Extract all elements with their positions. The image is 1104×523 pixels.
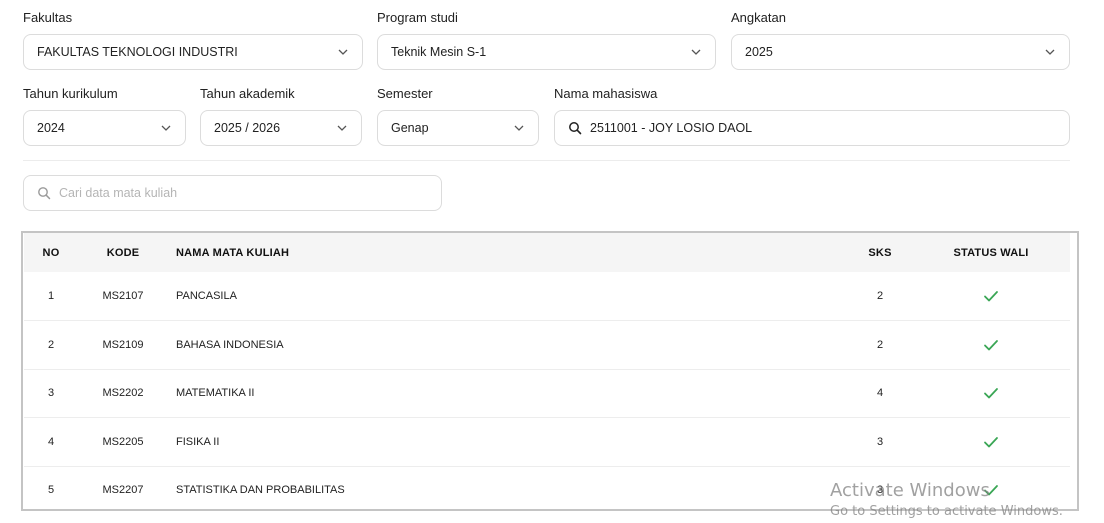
row-kode: MS2107: [78, 272, 168, 321]
column-header-kode[interactable]: KODE: [78, 233, 168, 272]
row-nama: MATEMATIKA II: [168, 369, 848, 418]
check-icon: [983, 339, 999, 351]
table-row[interactable]: 4 MS2205 FISIKA II 3: [24, 417, 1070, 467]
column-header-nama[interactable]: NAMA MATA KULIAH: [168, 233, 848, 272]
chevron-down-icon: [159, 121, 173, 135]
nama-mahasiswa-field[interactable]: 2511001 - JOY LOSIO DAOL: [554, 110, 1070, 146]
row-no: 3: [24, 369, 78, 418]
row-sks: 4: [848, 369, 912, 418]
nama-mahasiswa-value: 2511001 - JOY LOSIO DAOL: [590, 121, 753, 135]
chevron-down-icon: [512, 121, 526, 135]
semester-label: Semester: [377, 86, 433, 101]
row-no: 1: [24, 272, 78, 321]
row-status: [912, 466, 1070, 509]
search-icon: [568, 121, 582, 135]
column-header-sks[interactable]: SKS: [848, 233, 912, 272]
angkatan-select[interactable]: 2025: [731, 34, 1070, 70]
course-search-box[interactable]: [23, 175, 442, 211]
fakultas-label: Fakultas: [23, 10, 73, 25]
course-table-container: NO KODE NAMA MATA KULIAH SKS STATUS WALI…: [21, 231, 1079, 511]
row-status: [912, 272, 1070, 321]
program-studi-value: Teknik Mesin S-1: [391, 45, 487, 59]
fakultas-value: FAKULTAS TEKNOLOGI INDUSTRI: [37, 45, 238, 59]
row-nama: BAHASA INDONESIA: [168, 320, 848, 370]
row-sks: 3: [848, 417, 912, 467]
row-sks: 2: [848, 320, 912, 370]
nama-mahasiswa-label: Nama mahasiswa: [554, 86, 658, 101]
row-nama: STATISTIKA DAN PROBABILITAS: [168, 466, 848, 509]
row-status: [912, 417, 1070, 467]
course-table: NO KODE NAMA MATA KULIAH SKS STATUS WALI…: [24, 233, 1070, 509]
course-search-input[interactable]: [59, 186, 428, 200]
check-icon: [983, 387, 999, 399]
tahun-akademik-label: Tahun akademik: [200, 86, 295, 101]
tahun-kurikulum-select[interactable]: 2024: [23, 110, 186, 146]
section-divider: [23, 160, 1070, 161]
row-status: [912, 320, 1070, 370]
row-no: 2: [24, 320, 78, 370]
program-studi-label: Program studi: [377, 10, 458, 25]
semester-select[interactable]: Genap: [377, 110, 539, 146]
row-sks: 2: [848, 272, 912, 321]
fakultas-select[interactable]: FAKULTAS TEKNOLOGI INDUSTRI: [23, 34, 363, 70]
row-sks: 3: [848, 466, 912, 509]
chevron-down-icon: [335, 121, 349, 135]
table-row[interactable]: 1 MS2107 PANCASILA 2: [24, 272, 1070, 321]
row-kode: MS2205: [78, 417, 168, 467]
table-row[interactable]: 5 MS2207 STATISTIKA DAN PROBABILITAS 3: [24, 466, 1070, 509]
check-icon: [983, 290, 999, 302]
check-icon: [983, 436, 999, 448]
row-no: 5: [24, 466, 78, 509]
row-status: [912, 369, 1070, 418]
column-header-no[interactable]: NO: [24, 233, 78, 272]
row-nama: PANCASILA: [168, 272, 848, 321]
semester-value: Genap: [391, 121, 429, 135]
row-kode: MS2207: [78, 466, 168, 509]
chevron-down-icon: [1043, 45, 1057, 59]
row-kode: MS2202: [78, 369, 168, 418]
table-row[interactable]: 3 MS2202 MATEMATIKA II 4: [24, 369, 1070, 418]
row-nama: FISIKA II: [168, 417, 848, 467]
angkatan-label: Angkatan: [731, 10, 786, 25]
tahun-kurikulum-value: 2024: [37, 121, 65, 135]
chevron-down-icon: [689, 45, 703, 59]
table-row[interactable]: 2 MS2109 BAHASA INDONESIA 2: [24, 320, 1070, 370]
angkatan-value: 2025: [745, 45, 773, 59]
tahun-akademik-value: 2025 / 2026: [214, 121, 281, 135]
tahun-kurikulum-label: Tahun kurikulum: [23, 86, 118, 101]
check-icon: [983, 484, 999, 496]
search-icon: [37, 186, 51, 200]
tahun-akademik-select[interactable]: 2025 / 2026: [200, 110, 362, 146]
column-header-status[interactable]: STATUS WALI: [912, 233, 1070, 272]
table-header-row: NO KODE NAMA MATA KULIAH SKS STATUS WALI: [24, 233, 1070, 272]
row-kode: MS2109: [78, 320, 168, 370]
row-no: 4: [24, 417, 78, 467]
program-studi-select[interactable]: Teknik Mesin S-1: [377, 34, 716, 70]
chevron-down-icon: [336, 45, 350, 59]
